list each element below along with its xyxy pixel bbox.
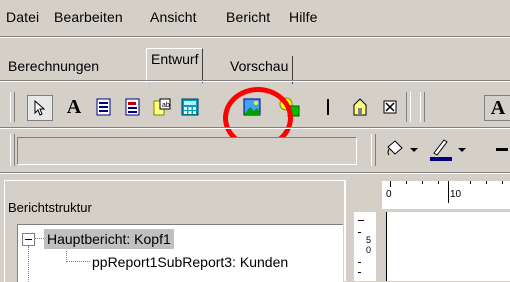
menu-ansicht[interactable]: Ansicht: [150, 9, 197, 25]
menu-bericht[interactable]: Bericht: [226, 9, 270, 25]
more-icon[interactable]: [496, 148, 508, 151]
fill-color-button[interactable]: [384, 137, 424, 163]
line-icon[interactable]: [316, 95, 340, 119]
design-canvas[interactable]: [386, 212, 510, 281]
vertical-ruler: 5 0: [346, 210, 380, 281]
tab-strip: Berechnungen Entwurf Vorschau: [0, 44, 510, 84]
horizontal-ruler: 0 10: [382, 181, 510, 209]
svg-text:ab: ab: [162, 102, 170, 109]
calc-icon[interactable]: [178, 95, 202, 119]
pen-icon: [430, 139, 466, 161]
subreport-icon[interactable]: [348, 95, 372, 119]
menu-datei[interactable]: Datei: [6, 9, 39, 25]
ruler-label-0: 0: [386, 189, 392, 200]
object-edit-box[interactable]: [17, 137, 357, 165]
vruler-label-5: 5: [366, 235, 372, 245]
menu-bar: Datei Bearbeiten Ansicht Bericht Hilfe: [0, 0, 510, 34]
memo-icon[interactable]: [92, 95, 116, 119]
checkbox-icon[interactable]: [378, 95, 402, 119]
toolbar-grip[interactable]: [10, 92, 15, 122]
db-field-icon[interactable]: ab: [150, 95, 174, 119]
menu-hilfe[interactable]: Hilfe: [289, 9, 318, 25]
vruler-label-0: 0: [366, 245, 372, 255]
toolbar-grip-4[interactable]: [371, 134, 376, 166]
label-text-icon[interactable]: A: [62, 95, 86, 119]
panel-title: Berichtstruktur: [8, 200, 92, 215]
ruler-label-10: 10: [450, 189, 462, 200]
structure-tree[interactable]: Hauptbericht: Kopf1 ppReport1SubReport3:…: [17, 224, 343, 282]
tab-entwurf[interactable]: Entwurf: [146, 48, 204, 83]
font-button[interactable]: A: [484, 95, 510, 121]
toolbar-separator: [406, 92, 411, 122]
paint-bucket-icon: [387, 140, 418, 156]
toolbar-grip-2[interactable]: [420, 92, 425, 122]
pointer-icon[interactable]: [27, 95, 53, 121]
line-color-button[interactable]: [428, 137, 472, 163]
toolbar-grip-3[interactable]: [10, 134, 15, 166]
tree-item-subreport[interactable]: ppReport1SubReport3: Kunden: [92, 252, 288, 272]
tree-item-hauptbericht[interactable]: Hauptbericht: Kopf1: [44, 229, 174, 249]
menu-bearbeiten[interactable]: Bearbeiten: [54, 9, 123, 25]
rich-text-icon[interactable]: [121, 95, 145, 119]
